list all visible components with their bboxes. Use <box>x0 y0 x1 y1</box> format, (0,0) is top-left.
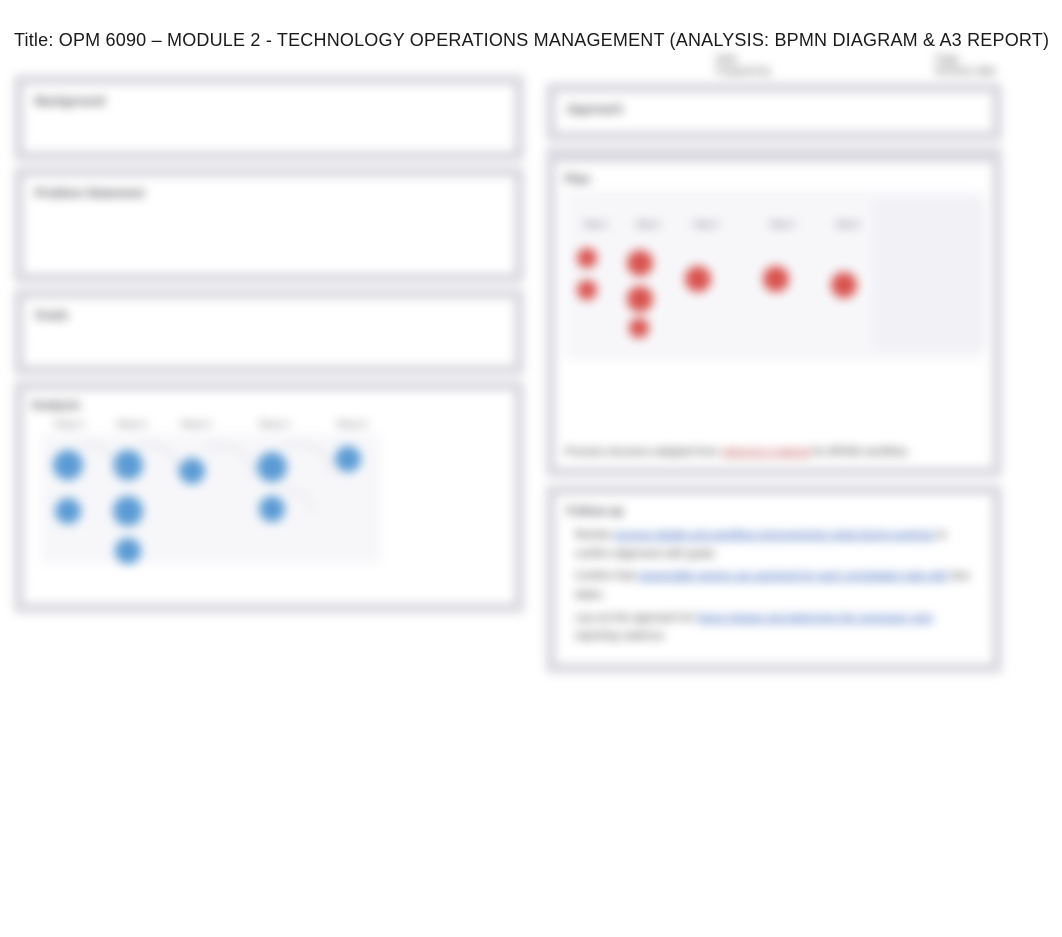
node-icon <box>113 496 143 526</box>
followup-item: Lay out the approach for future phases a… <box>575 609 973 646</box>
plan-note: Process structure adapted from reference… <box>565 446 983 458</box>
node-icon <box>831 272 857 298</box>
meta-prepared: Prepared by <box>716 66 770 77</box>
node-icon <box>259 496 285 522</box>
followup-prefix: Lay out the approach for <box>575 612 694 624</box>
heading-problem: Problem Statement <box>35 186 503 200</box>
meta-page-label: Page <box>935 54 958 65</box>
lane-label: Phase 2 <box>107 420 157 429</box>
plan-note-prefix: Process structure adapted from <box>565 446 718 458</box>
node-icon <box>763 266 789 292</box>
blurred-content: Background Problem Statement Goals Analy… <box>0 51 1062 911</box>
box-approach: Approach <box>546 83 1002 141</box>
node-icon <box>55 498 81 524</box>
followup-item: Confirm that responsible owners are assi… <box>575 567 973 604</box>
lane-label: Step 4 <box>757 220 807 229</box>
lane-label: Step 2 <box>623 220 673 229</box>
heading-plan: Plan <box>565 172 983 186</box>
followup-link[interactable]: future phases and determine the necessar… <box>697 612 932 624</box>
analysis-diagram: Phase 1 Phase 2 Phase 3 Phase 4 Phase 5 <box>31 416 507 596</box>
meta-date-label: Date <box>716 54 737 65</box>
node-icon <box>335 446 361 472</box>
lane-label: Phase 4 <box>249 420 299 429</box>
lane-label: Phase 3 <box>171 420 221 429</box>
left-column: Background Problem Statement Goals Analy… <box>14 75 524 619</box>
node-icon <box>179 458 205 484</box>
meta-revision: Revision date <box>935 66 996 77</box>
page-title: Title: OPM 6090 – MODULE 2 - TECHNOLOGY … <box>0 0 1062 51</box>
plan-note-link[interactable]: reference material <box>722 446 811 458</box>
followup-prefix: Review <box>575 529 611 541</box>
box-goals: Goals <box>14 289 524 375</box>
node-icon <box>685 266 711 292</box>
followup-prefix: Confirm that <box>575 570 635 582</box>
lane-label: Step 5 <box>823 220 873 229</box>
heading-background: Background <box>35 94 503 108</box>
plan-note-suffix: for BPMN workflow. <box>813 446 909 458</box>
plan-diagram: Step 1 Step 2 Step 3 Step 4 Step 5 <box>565 190 983 440</box>
node-icon <box>627 286 653 312</box>
box-analysis: Analysis Phase 1 Phase 2 Phase 3 Phase 4… <box>14 381 524 613</box>
node-icon <box>577 248 597 268</box>
heading-analysis: Analysis <box>31 398 507 412</box>
heading-followup: Follow-up <box>567 504 981 518</box>
heading-goals: Goals <box>35 308 503 322</box>
lane-label: Step 3 <box>681 220 731 229</box>
node-icon <box>577 280 597 300</box>
node-icon <box>629 318 649 338</box>
meta-row: Date Prepared by Page Revision date <box>716 53 996 77</box>
lane-label: Step 1 <box>571 220 621 229</box>
box-plan: Plan Step 1 Step 2 Step 3 Step 4 Step 5 <box>546 153 1002 477</box>
box-problem-statement: Problem Statement <box>14 167 524 283</box>
lane-label: Phase 5 <box>327 420 377 429</box>
followup-suffix: reporting cadence. <box>575 630 666 642</box>
lane-label: Phase 1 <box>45 420 95 429</box>
heading-approach: Approach <box>567 102 981 116</box>
followup-link[interactable]: process details and workflow improvement… <box>614 529 934 541</box>
right-column: Date Prepared by Page Revision date Appr… <box>546 75 1002 679</box>
box-background: Background <box>14 75 524 161</box>
followup-item: Review process details and workflow impr… <box>575 526 973 563</box>
node-icon <box>627 250 653 276</box>
followup-link[interactable]: responsible owners are assigned for each… <box>638 570 948 582</box>
box-followup: Follow-up Review process details and wor… <box>546 485 1002 673</box>
node-icon <box>115 538 141 564</box>
